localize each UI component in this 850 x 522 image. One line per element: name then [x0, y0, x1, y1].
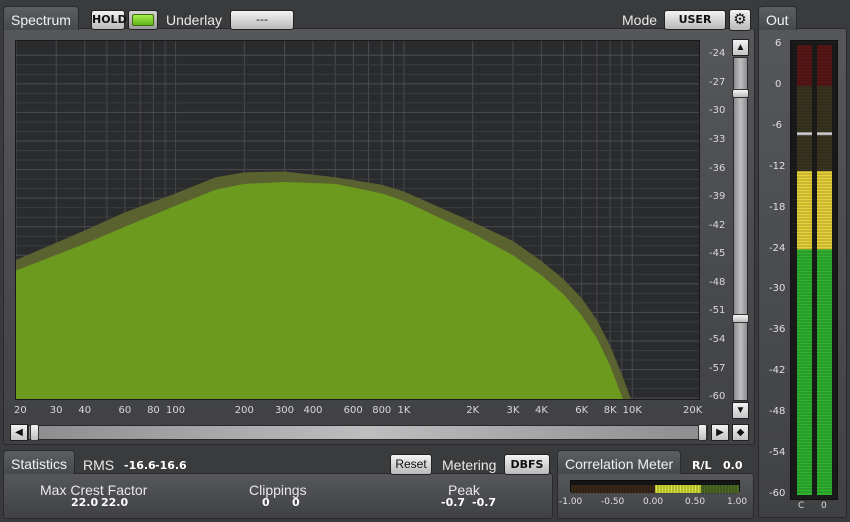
correlation-scale-label: -0.50 [601, 497, 625, 507]
rms-right-value: -16.6 [155, 459, 187, 472]
freq-tick-label: 60 [118, 405, 132, 416]
db-tick-label: -57 [709, 362, 726, 374]
db-tick-label: -54 [709, 334, 726, 345]
db-tick-label: -36 [709, 162, 726, 174]
correlation-scale-label: 1.00 [727, 497, 748, 507]
out-scale-label: -48 [769, 406, 786, 418]
freq-tick-label: 100 [165, 405, 186, 416]
db-tick-label: -45 [709, 248, 726, 260]
freq-tick-label: 80 [147, 405, 160, 416]
metering-select[interactable]: DBFS [504, 454, 550, 475]
freq-tick-label: 30 [49, 405, 63, 416]
freq-tick-label: 400 [303, 405, 323, 416]
scroll-down-button[interactable]: ▼ [732, 402, 749, 419]
db-tick-label: -48 [709, 276, 726, 288]
tab-out[interactable]: Out [758, 6, 797, 30]
freq-tick-label: 4K [535, 405, 548, 416]
hold-led [132, 14, 154, 26]
out-scale-label: -30 [769, 283, 786, 295]
correlation-graph [570, 484, 739, 494]
spectrum-graph [16, 41, 699, 399]
horizontal-range-handle-left[interactable] [30, 424, 39, 441]
metering-label: Metering [442, 457, 497, 473]
horizontal-range-handle-right[interactable] [698, 424, 707, 441]
out-scale-label: 6 [775, 38, 782, 49]
freq-tick-label: 3K [506, 405, 520, 416]
clip-left-value: 0 [262, 496, 270, 509]
freq-tick-label: 800 [372, 405, 392, 416]
rl-label: R/L [692, 459, 712, 472]
peak-right-value: -0.7 [472, 496, 497, 509]
correlation-bar [570, 480, 740, 494]
freq-tick-label: 8K [603, 405, 617, 416]
scroll-up-button[interactable]: ▲ [732, 39, 749, 56]
out-channel-right-label: 0 [821, 501, 827, 511]
out-meter-graph [791, 44, 837, 495]
freq-tick-label: 6K [575, 405, 589, 416]
tab-correlation-meter[interactable]: Correlation Meter [557, 450, 682, 474]
out-scale-label: -36 [769, 324, 786, 336]
out-scale-label: -12 [769, 160, 786, 172]
peak-left-value: -0.7 [441, 496, 466, 509]
mode-label: Mode [622, 12, 658, 28]
freq-tick-label: 300 [274, 405, 295, 416]
spectrum-plot [15, 40, 700, 400]
out-scale-label: -54 [769, 447, 786, 459]
horizontal-scroll-track[interactable] [28, 425, 708, 440]
out-scale-label: -18 [769, 201, 786, 213]
crest-left-value: 22.0 [71, 496, 99, 509]
db-tick-label: -33 [709, 134, 726, 145]
crest-right-value: 22.0 [101, 496, 129, 509]
db-tick-label: -42 [709, 219, 726, 231]
correlation-scale-label: 0.50 [685, 497, 706, 507]
mode-select[interactable]: USER [664, 10, 726, 30]
hold-led-toggle[interactable] [128, 10, 158, 30]
vertical-range-handle-top[interactable] [732, 89, 749, 98]
out-scale-label: -24 [769, 242, 786, 254]
freq-tick-label: 20K [683, 405, 703, 416]
rms-label: RMS [83, 457, 115, 473]
freq-tick-label: 10K [622, 405, 642, 416]
settings-gear-icon[interactable]: ⚙ [729, 9, 751, 31]
reset-button[interactable]: Reset [390, 454, 432, 475]
freq-tick-label: 2K [466, 405, 480, 416]
tab-statistics[interactable]: Statistics [3, 450, 76, 474]
vertical-scroll-track[interactable] [733, 57, 748, 401]
vertical-range-handle-bottom[interactable] [732, 314, 749, 323]
freq-tick-label: 600 [343, 405, 363, 416]
underlay-label: Underlay [166, 12, 223, 28]
scroll-right-button[interactable]: ▶ [711, 424, 729, 441]
db-tick-label: -30 [709, 105, 726, 117]
freq-tick-label: 40 [78, 405, 92, 416]
correlation-scale-label: -1.00 [559, 497, 583, 507]
out-scale-label: 0 [775, 78, 782, 90]
db-tick-label: -60 [709, 391, 726, 403]
spectrum-curve [16, 182, 624, 399]
freq-tick-label: 200 [234, 405, 254, 416]
freq-tick-label: 1K [397, 405, 411, 416]
freq-tick-label: 20 [14, 405, 27, 416]
out-scale-label: -6 [772, 119, 782, 131]
rl-value: 0.0 [723, 459, 743, 472]
underlay-select[interactable]: --- [230, 10, 294, 30]
db-tick-label: -27 [709, 76, 726, 88]
out-meter [790, 40, 838, 500]
db-tick-label: -24 [709, 48, 726, 60]
out-scale-label: -60 [769, 488, 786, 499]
zoom-reset-button[interactable]: ◆ [732, 424, 749, 441]
hold-button[interactable]: HOLD [91, 10, 127, 30]
scroll-left-button[interactable]: ◀ [10, 424, 28, 441]
tab-spectrum[interactable]: Spectrum [3, 6, 79, 30]
out-channel-left-label: C [798, 501, 805, 511]
correlation-scale-label: 0.00 [643, 497, 664, 507]
clip-right-value: 0 [292, 496, 300, 509]
db-tick-label: -39 [709, 191, 726, 203]
out-scale-label: -42 [769, 365, 786, 377]
rms-left-value: -16.6 [124, 459, 156, 472]
db-tick-label: -51 [709, 305, 726, 317]
